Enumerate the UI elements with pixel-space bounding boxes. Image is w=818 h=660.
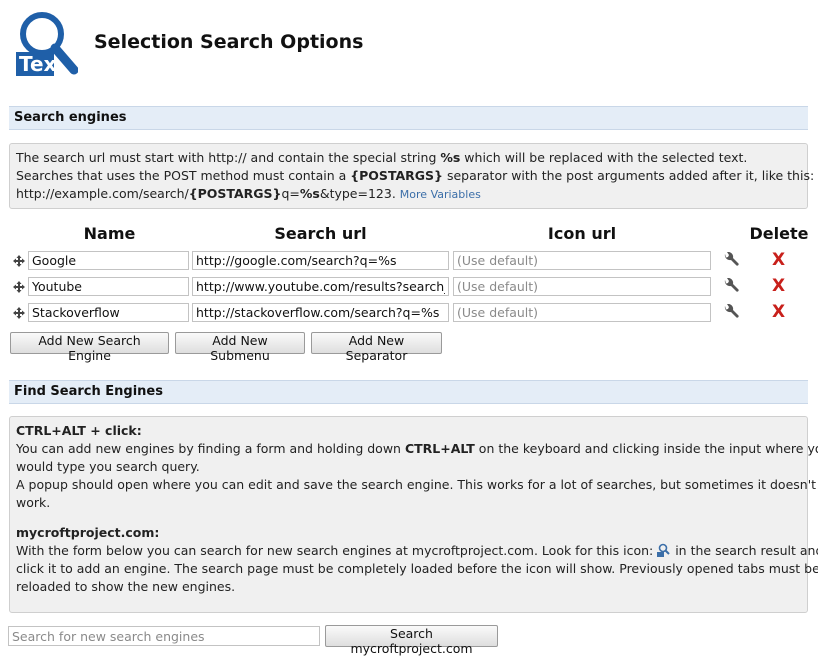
- info-text: You can add new engines by finding a for…: [16, 441, 405, 456]
- engine-icon-url-input[interactable]: [453, 277, 711, 296]
- info-token: {POSTARGS}: [188, 186, 282, 201]
- move-handle-icon[interactable]: [12, 280, 26, 294]
- engine-url-input[interactable]: [192, 251, 449, 270]
- engine-icon-url-input[interactable]: [453, 251, 711, 270]
- info-token: {POSTARGS}: [350, 168, 443, 183]
- mycroft-line-2: click it to add an engine. The search pa…: [16, 561, 818, 576]
- ctrl-alt-line-3: A popup should open where you can edit a…: [16, 477, 817, 492]
- app-logo-icon: Tex: [16, 12, 78, 76]
- options-page: Tex Selection Search Options Search engi…: [0, 0, 818, 660]
- logo-text: Tex: [19, 52, 57, 76]
- engine-row: X: [12, 302, 812, 324]
- column-header-icon-url: Icon url: [547, 224, 617, 243]
- page-title: Selection Search Options: [94, 31, 364, 53]
- move-handle-icon[interactable]: [12, 254, 26, 268]
- info-line-2: Searches that uses the POST method must …: [16, 167, 814, 185]
- add-search-engine-button[interactable]: Add New Search Engine: [10, 332, 169, 363]
- search-url-info-box: The search url must start with http:// a…: [9, 143, 814, 209]
- ctrl-alt-line-4: work.: [16, 495, 51, 510]
- mycroft-line-1: With the form below you can search for n…: [16, 542, 818, 560]
- column-header-search-url: Search url: [274, 224, 367, 243]
- info-line-1: The search url must start with http:// a…: [16, 149, 801, 167]
- section-header-find-engines: Find Search Engines: [9, 380, 808, 404]
- engine-url-input[interactable]: [192, 303, 449, 322]
- ctrl-alt-line-1: You can add new engines by finding a for…: [16, 440, 818, 458]
- mycroft-search-input[interactable]: [8, 626, 320, 646]
- info-text: &type=123.: [319, 186, 396, 201]
- info-text: separator with the post arguments added …: [442, 168, 815, 183]
- column-header-delete: Delete: [749, 224, 809, 243]
- info-text: which will be replaced with the selected…: [460, 150, 748, 165]
- wrench-icon[interactable]: [722, 278, 740, 296]
- info-token: %s: [299, 186, 320, 201]
- mycroft-line-3: reloaded to show the new engines.: [16, 579, 236, 594]
- info-text: q=: [281, 186, 300, 201]
- ctrl-alt-heading: CTRL+ALT + click:: [16, 423, 142, 438]
- more-variables-link[interactable]: More Variables: [400, 188, 481, 201]
- mycroft-heading: mycroftproject.com:: [16, 525, 160, 540]
- info-text: The search url must start with http:// a…: [16, 150, 441, 165]
- engine-url-input[interactable]: [192, 277, 449, 296]
- search-mycroft-button[interactable]: Search mycroftproject.com: [325, 625, 498, 656]
- info-text: Searches that uses the POST method must …: [16, 168, 351, 183]
- add-separator-button[interactable]: Add New Separator: [311, 332, 442, 363]
- engine-icon-url-input[interactable]: [453, 303, 711, 322]
- info-line-3: http://example.com/search/{POSTARGS}q=%s…: [16, 185, 801, 204]
- engine-row: X: [12, 276, 812, 298]
- move-handle-icon[interactable]: [12, 306, 26, 320]
- wrench-icon[interactable]: [722, 252, 740, 270]
- engine-name-input[interactable]: [28, 303, 189, 322]
- engine-name-input[interactable]: [28, 277, 189, 296]
- info-text: on the keyboard and clicking inside the …: [474, 441, 818, 456]
- add-submenu-button[interactable]: Add New Submenu: [175, 332, 305, 363]
- engine-row: X: [12, 250, 812, 272]
- mycroft-add-icon: [657, 543, 670, 557]
- info-token: %s: [440, 150, 461, 165]
- info-token: CTRL+ALT: [404, 441, 475, 456]
- column-header-name: Name: [83, 224, 136, 243]
- delete-engine-button[interactable]: X: [772, 276, 785, 296]
- wrench-icon[interactable]: [722, 304, 740, 322]
- info-text: http://example.com/search/: [16, 186, 189, 201]
- delete-engine-button[interactable]: X: [772, 250, 785, 270]
- info-text: in the search result and: [671, 543, 818, 558]
- find-engines-info-box: CTRL+ALT + click: You can add new engine…: [9, 416, 818, 613]
- engine-name-input[interactable]: [28, 251, 189, 270]
- info-text: With the form below you can search for n…: [16, 543, 654, 558]
- section-header-search-engines: Search engines: [9, 106, 808, 130]
- delete-engine-button[interactable]: X: [772, 302, 785, 322]
- ctrl-alt-line-2: would type you search query.: [16, 459, 200, 474]
